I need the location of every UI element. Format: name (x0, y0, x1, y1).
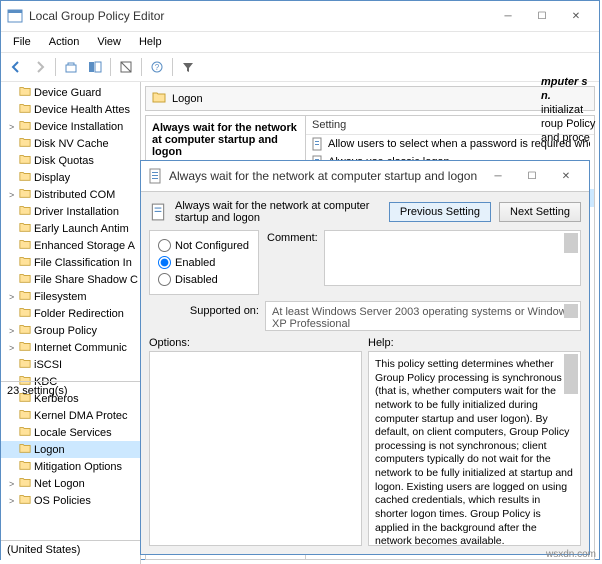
tree-item[interactable]: File Share Shadow C (1, 271, 140, 288)
watermark: wsxdn.com (546, 549, 596, 560)
text-fragment: mputer s (539, 75, 599, 89)
scrollbar[interactable] (564, 304, 578, 318)
tree-item[interactable]: >Group Policy (1, 322, 140, 339)
minimize-button[interactable]: ─ (491, 5, 525, 27)
gpedit-icon (7, 8, 23, 24)
tree-item[interactable]: Driver Installation (1, 203, 140, 220)
main-title: Local Group Policy Editor (29, 9, 491, 23)
tree-item[interactable]: Device Guard (1, 84, 140, 101)
next-setting-button[interactable]: Next Setting (499, 202, 581, 222)
tree-item[interactable]: iSCSI (1, 356, 140, 373)
menu-help[interactable]: Help (131, 34, 170, 50)
scrollbar[interactable] (564, 354, 578, 394)
toolbar: ? (1, 53, 599, 82)
tree-item[interactable]: Locale Services (1, 424, 140, 441)
breadcrumb: Logon (145, 86, 595, 111)
text-fragment: initializat (539, 103, 599, 117)
help-box: This policy setting determines whether G… (368, 351, 581, 546)
status-locale: (United States) (7, 544, 80, 556)
tree-item[interactable]: Kernel DMA Protec (1, 407, 140, 424)
dlg-maximize-button[interactable]: ☐ (515, 165, 549, 187)
tree-item[interactable]: Mitigation Options (1, 458, 140, 475)
statusbar-locale: (United States) (1, 540, 141, 559)
menubar: File Action View Help (1, 32, 599, 53)
back-button[interactable] (5, 56, 27, 78)
right-fragment-pane: mputer sn.initializatroup Policyand proc… (539, 75, 599, 145)
show-hide-button[interactable] (84, 56, 106, 78)
maximize-button[interactable]: ☐ (525, 5, 559, 27)
tree-item[interactable]: >Device Installation (1, 118, 140, 135)
tree-item[interactable]: Logon (1, 441, 140, 458)
tree-item[interactable]: Device Health Attes (1, 101, 140, 118)
dialog-titlebar: Always wait for the network at computer … (141, 161, 589, 192)
text-fragment: roup Policy (539, 117, 599, 131)
options-box (149, 351, 362, 546)
dialog-heading: Always wait for the network at computer … (175, 200, 381, 224)
close-button[interactable]: ✕ (559, 5, 593, 27)
breadcrumb-label: Logon (172, 93, 203, 105)
state-radios: Not Configured Enabled Disabled (149, 230, 259, 295)
folder-icon (152, 90, 166, 107)
tree-item[interactable]: Enhanced Storage A (1, 237, 140, 254)
policy-icon (147, 168, 163, 184)
comment-textarea[interactable] (324, 230, 581, 286)
tree-item[interactable]: File Classification In (1, 254, 140, 271)
refresh-button[interactable] (115, 56, 137, 78)
filter-button[interactable] (177, 56, 199, 78)
tree-item[interactable]: Disk NV Cache (1, 135, 140, 152)
options-label: Options: (149, 337, 362, 349)
svg-text:?: ? (155, 63, 160, 72)
previous-setting-button[interactable]: Previous Setting (389, 202, 491, 222)
help-label: Help: (368, 337, 581, 349)
text-fragment: n. (539, 89, 599, 103)
help-button[interactable]: ? (146, 56, 168, 78)
tree-item[interactable]: >OS Policies (1, 492, 140, 509)
statusbar: 23 setting(s) (1, 381, 141, 400)
text-fragment: and proce (539, 131, 599, 145)
tree-item[interactable]: >Net Logon (1, 475, 140, 492)
scrollbar[interactable] (564, 233, 578, 253)
menu-view[interactable]: View (89, 34, 129, 50)
tree-item[interactable]: >Internet Communic (1, 339, 140, 356)
supported-label: Supported on: (149, 301, 259, 317)
menu-file[interactable]: File (5, 34, 39, 50)
tree-item[interactable]: Disk Quotas (1, 152, 140, 169)
dlg-close-button[interactable]: ✕ (549, 165, 583, 187)
tree-item[interactable]: Early Launch Antim (1, 220, 140, 237)
detail-heading: Always wait for the network at computer … (152, 122, 299, 158)
policy-icon (149, 203, 167, 221)
tree-item[interactable]: Folder Redirection (1, 305, 140, 322)
radio-disabled[interactable]: Disabled (158, 273, 250, 286)
up-button[interactable] (60, 56, 82, 78)
radio-enabled[interactable]: Enabled (158, 256, 250, 269)
radio-not-configured[interactable]: Not Configured (158, 239, 250, 252)
supported-box: At least Windows Server 2003 operating s… (265, 301, 581, 331)
dialog-title: Always wait for the network at computer … (169, 169, 481, 183)
menu-action[interactable]: Action (41, 34, 88, 50)
nav-tree[interactable]: Device GuardDevice Health Attes>Device I… (1, 82, 141, 564)
tree-item[interactable]: Display (1, 169, 140, 186)
main-titlebar: Local Group Policy Editor ─ ☐ ✕ (1, 1, 599, 32)
status-count: 23 setting(s) (7, 385, 68, 397)
tree-item[interactable]: >Filesystem (1, 288, 140, 305)
col-setting[interactable]: Setting (312, 119, 505, 131)
policy-dialog: Always wait for the network at computer … (140, 160, 590, 555)
forward-button[interactable] (29, 56, 51, 78)
comment-label: Comment: (267, 230, 318, 244)
dlg-minimize-button[interactable]: ─ (481, 165, 515, 187)
tree-item[interactable]: >Distributed COM (1, 186, 140, 203)
